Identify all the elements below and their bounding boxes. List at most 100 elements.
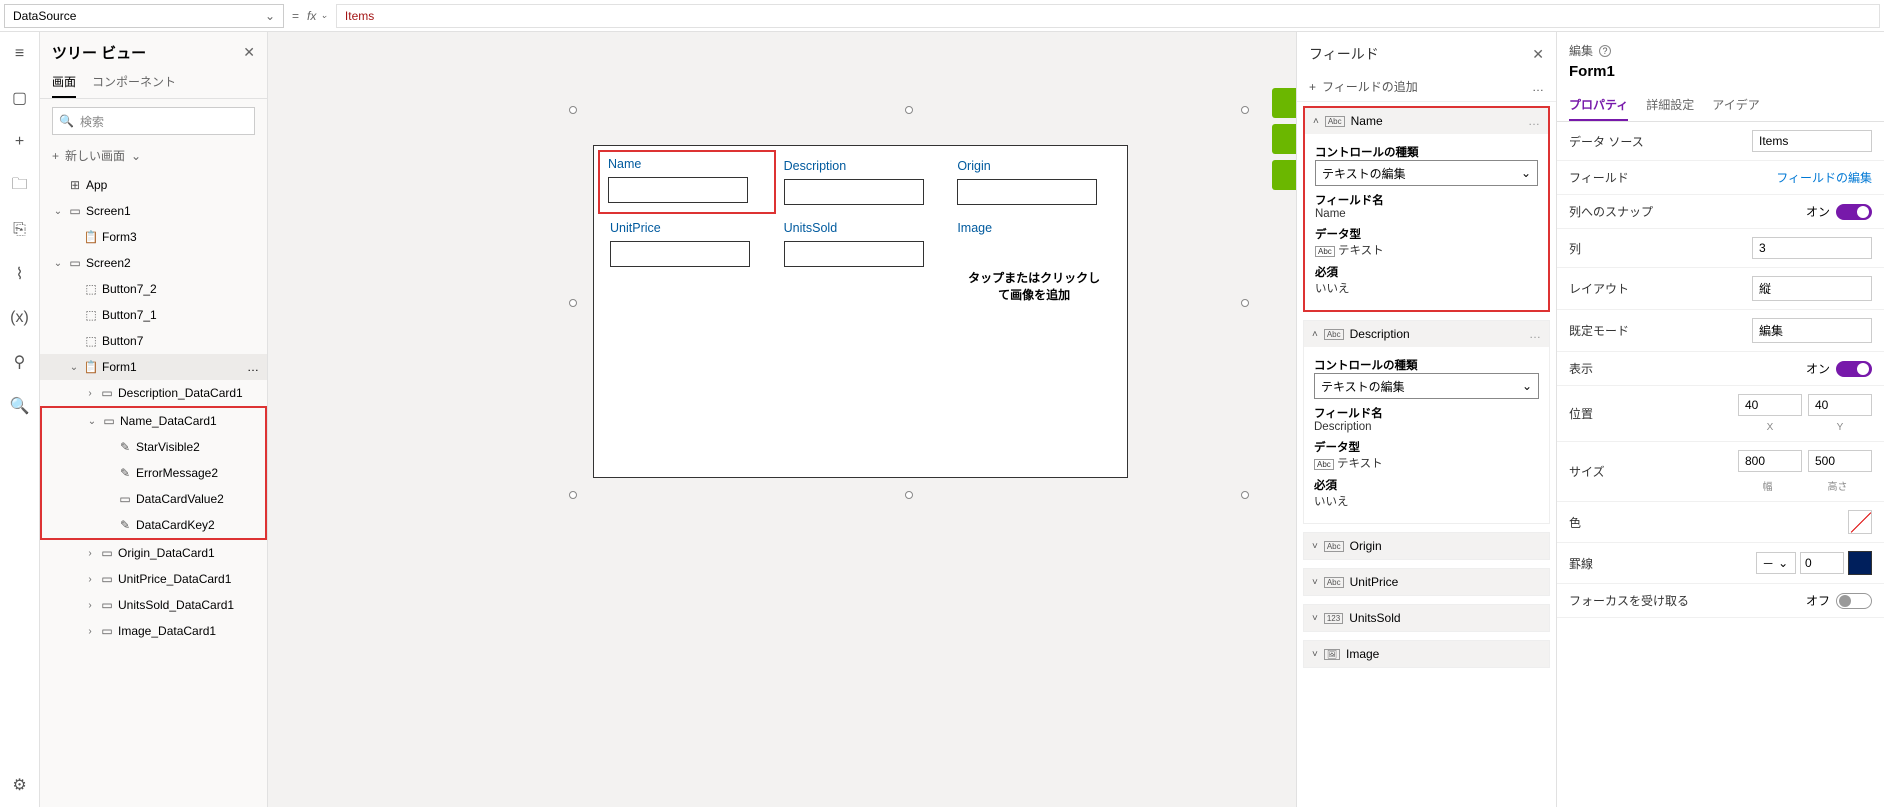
more-icon[interactable]: … bbox=[1532, 80, 1544, 94]
field-header[interactable]: ˅ 123 UnitsSold bbox=[1304, 605, 1549, 631]
datacard-name[interactable]: Name bbox=[598, 150, 776, 214]
datasource-select[interactable]: Items bbox=[1752, 130, 1872, 152]
close-icon[interactable]: ✕ bbox=[1532, 46, 1544, 63]
chevron-right-icon: › bbox=[84, 548, 96, 559]
hamburger-icon[interactable]: ≡ bbox=[10, 44, 30, 64]
datacard-description[interactable]: Description bbox=[774, 152, 948, 212]
side-tab[interactable] bbox=[1272, 160, 1296, 190]
tree-item-datacard[interactable]: ›▭UnitsSold_DataCard1 bbox=[40, 592, 267, 618]
media-icon[interactable]: ⎘ bbox=[10, 220, 30, 240]
border-width-input[interactable] bbox=[1800, 552, 1844, 574]
flow-icon[interactable]: ⌇ bbox=[10, 264, 30, 284]
tree-item-datacard[interactable]: ›▭UnitPrice_DataCard1 bbox=[40, 566, 267, 592]
side-tab[interactable] bbox=[1272, 124, 1296, 154]
field-header[interactable]: ˅ Abc Origin bbox=[1304, 533, 1549, 559]
tree-item-form3[interactable]: 📋Form3 bbox=[40, 224, 267, 250]
tree-item-button[interactable]: ⬚Button7_2 bbox=[40, 276, 267, 302]
side-tab[interactable] bbox=[1272, 88, 1296, 118]
search-icon[interactable]: 🔍 bbox=[10, 396, 30, 416]
data-icon[interactable]: 🗀 bbox=[10, 176, 30, 196]
tree-item-datacard[interactable]: ›▭Origin_DataCard1 bbox=[40, 540, 267, 566]
plus-icon[interactable]: + bbox=[10, 132, 30, 152]
chevron-right-icon: › bbox=[84, 574, 96, 585]
focus-toggle[interactable] bbox=[1836, 593, 1872, 609]
card-input[interactable] bbox=[610, 241, 750, 267]
color-picker[interactable] bbox=[1848, 510, 1872, 534]
more-icon[interactable]: … bbox=[1529, 327, 1541, 341]
add-field-link[interactable]: + フィールドの追加 bbox=[1309, 78, 1418, 95]
tree-item-datacardkey[interactable]: ✎DataCardKey2 bbox=[42, 512, 265, 538]
field-header[interactable]: ˄ Abc Name … bbox=[1305, 108, 1548, 134]
card-input[interactable] bbox=[784, 241, 924, 267]
tree-item-screen1[interactable]: ⌄▭Screen1 bbox=[40, 198, 267, 224]
edit-fields-link[interactable]: フィールドの編集 bbox=[1776, 169, 1872, 186]
formula-text: Items bbox=[345, 9, 374, 23]
position-x-input[interactable] bbox=[1738, 394, 1802, 416]
tab-advanced[interactable]: 詳細設定 bbox=[1646, 90, 1694, 121]
card-label: UnitsSold bbox=[784, 221, 938, 235]
columns-select[interactable]: 3 bbox=[1752, 237, 1872, 259]
cube-icon[interactable]: ▢ bbox=[10, 88, 30, 108]
field-header[interactable]: ˅ 🖼 Image bbox=[1304, 641, 1549, 667]
image-placeholder[interactable]: タップまたはクリックして画像を追加 bbox=[957, 241, 1111, 303]
card-input[interactable] bbox=[608, 177, 748, 203]
canvas[interactable]: Name Description Origin UnitPrice bbox=[268, 32, 1296, 807]
tree-item-button[interactable]: ⬚Button7_1 bbox=[40, 302, 267, 328]
field-name: Origin bbox=[1350, 539, 1382, 553]
form1-control[interactable]: Name Description Origin UnitPrice bbox=[593, 145, 1128, 478]
tree-item-errormessage[interactable]: ✎ErrorMessage2 bbox=[42, 460, 265, 486]
more-icon[interactable]: … bbox=[1528, 114, 1540, 128]
tree-item-screen2[interactable]: ⌄▭Screen2 bbox=[40, 250, 267, 276]
fx-label[interactable]: fx⌄ bbox=[307, 9, 328, 23]
tools-icon[interactable]: ⚲ bbox=[10, 352, 30, 372]
focus-value: オフ bbox=[1806, 592, 1830, 609]
tab-properties[interactable]: プロパティ bbox=[1569, 90, 1628, 121]
tree-item-datacardvalue[interactable]: ▭DataCardValue2 bbox=[42, 486, 265, 512]
datacard-unitssold[interactable]: UnitsSold bbox=[774, 214, 948, 310]
text-type-icon: Abc bbox=[1324, 577, 1344, 588]
control-type-select[interactable]: テキストの編集⌄ bbox=[1314, 373, 1539, 399]
tree-item-app[interactable]: ⊞App bbox=[40, 172, 267, 198]
formula-input[interactable]: Items bbox=[336, 4, 1880, 28]
border-style-select[interactable]: ─⌄ bbox=[1756, 552, 1796, 574]
label-icon: ✎ bbox=[118, 518, 132, 532]
datacard-unitprice[interactable]: UnitPrice bbox=[600, 214, 774, 310]
control-type-select[interactable]: テキストの編集⌄ bbox=[1315, 160, 1538, 186]
visible-toggle[interactable] bbox=[1836, 361, 1872, 377]
tree-item-datacard[interactable]: ›▭Description_DataCard1 bbox=[40, 380, 267, 406]
new-screen-button[interactable]: + 新しい画面 ⌄ bbox=[40, 143, 267, 172]
form-icon: 📋 bbox=[84, 360, 98, 374]
position-y-input[interactable] bbox=[1808, 394, 1872, 416]
tree-item-form1[interactable]: ⌄📋Form1… bbox=[40, 354, 267, 380]
tab-screens[interactable]: 画面 bbox=[52, 67, 76, 98]
datacard-image[interactable]: Image タップまたはクリックして画像を追加 bbox=[947, 214, 1121, 310]
tree-item-datacard[interactable]: ›▭Image_DataCard1 bbox=[40, 618, 267, 644]
border-color-picker[interactable] bbox=[1848, 551, 1872, 575]
card-label: Image bbox=[957, 221, 1111, 235]
tree-search[interactable]: 🔍 検索 bbox=[52, 107, 255, 135]
size-h-input[interactable] bbox=[1808, 450, 1872, 472]
card-input[interactable] bbox=[957, 179, 1097, 205]
snap-toggle[interactable] bbox=[1836, 204, 1872, 220]
property-select[interactable]: DataSource ⌄ bbox=[4, 4, 284, 28]
more-icon[interactable]: … bbox=[247, 360, 259, 374]
tree-item-starvisible[interactable]: ✎StarVisible2 bbox=[42, 434, 265, 460]
search-placeholder: 検索 bbox=[80, 113, 104, 130]
tab-ideas[interactable]: アイデア bbox=[1712, 90, 1759, 121]
settings-icon[interactable]: ⚙ bbox=[10, 775, 30, 795]
tree-item-name-datacard[interactable]: ⌄▭Name_DataCard1 bbox=[42, 408, 265, 434]
close-icon[interactable]: ✕ bbox=[243, 44, 255, 61]
visible-value: オン bbox=[1806, 360, 1830, 377]
tree-item-button[interactable]: ⬚Button7 bbox=[40, 328, 267, 354]
size-w-input[interactable] bbox=[1738, 450, 1802, 472]
layout-select[interactable]: 縦 bbox=[1752, 276, 1872, 301]
info-icon[interactable]: ? bbox=[1599, 45, 1611, 57]
datacard-origin[interactable]: Origin bbox=[947, 152, 1121, 212]
variable-icon[interactable]: (x) bbox=[10, 308, 30, 328]
card-input[interactable] bbox=[784, 179, 924, 205]
defaultmode-select[interactable]: 編集 bbox=[1752, 318, 1872, 343]
tab-components[interactable]: コンポーネント bbox=[92, 67, 176, 98]
card-icon: ▭ bbox=[100, 546, 114, 560]
field-header[interactable]: ˅ Abc UnitPrice bbox=[1304, 569, 1549, 595]
field-header[interactable]: ˄ Abc Description … bbox=[1304, 321, 1549, 347]
